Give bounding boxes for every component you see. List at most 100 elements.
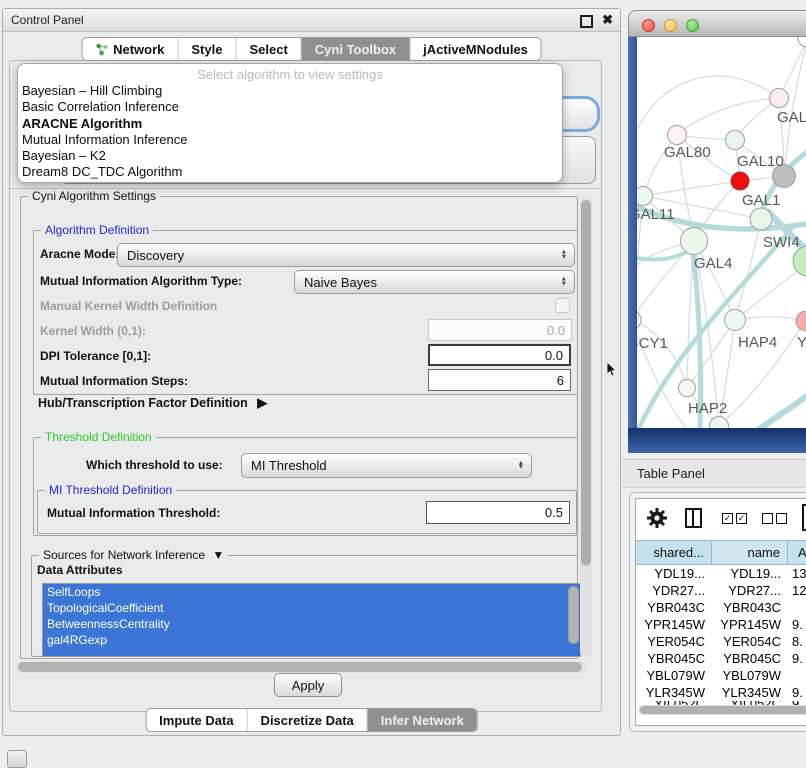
- kernel-width-label: Kernel Width (0,1):: [40, 324, 146, 338]
- hide-columns-icon[interactable]: [762, 513, 787, 524]
- node-gal80[interactable]: [668, 126, 687, 145]
- mi-steps-label: Mutual Information Steps:: [40, 374, 188, 388]
- expanded-arrow-icon: ▼: [212, 548, 224, 562]
- table-row[interactable]: YER054CYER054C8.: [636, 633, 806, 650]
- apply-button[interactable]: Apply: [274, 673, 342, 697]
- dropdown-item-selected[interactable]: ARACNE Algorithm: [18, 116, 562, 132]
- docked-panel-icon[interactable]: [7, 750, 27, 768]
- node-gcy1[interactable]: [637, 310, 641, 330]
- node-gal4[interactable]: [681, 228, 708, 255]
- table-row[interactable]: YDR27...YDR27...12: [636, 582, 806, 599]
- group-title: Algorithm Definition: [41, 223, 153, 237]
- node-gal11[interactable]: [637, 187, 653, 206]
- table-panel: ✓ ✓ shared... name A YDL19...YDL19...13 …: [629, 492, 806, 732]
- node-label: GAL10: [737, 153, 784, 170]
- dropdown-placeholder: Select algorithm to view settings: [18, 66, 562, 83]
- combobox-value: Naive Bayes: [304, 275, 377, 290]
- node[interactable]: [798, 37, 806, 47]
- group-title: MI Threshold Definition: [45, 483, 176, 497]
- dropdown-item[interactable]: Mutual Information Inference: [18, 132, 562, 148]
- mi-algorithm-type-combobox[interactable]: Naive Bayes ▲▼: [294, 270, 575, 294]
- node-swi4[interactable]: [750, 208, 772, 230]
- tab-label: Style: [191, 42, 222, 57]
- sources-title: Sources for Network Inference: [43, 548, 205, 562]
- scrollbar-thumb[interactable]: [581, 200, 591, 566]
- table-row[interactable]: YBR043CYBR043C: [636, 599, 806, 616]
- show-columns-icon[interactable]: ✓ ✓: [722, 513, 747, 524]
- table-panel-body: ✓ ✓ shared... name A YDL19...YDL19...13 …: [635, 498, 806, 726]
- node-gal1[interactable]: [731, 172, 749, 190]
- unchecked-box-icon: [776, 513, 787, 524]
- list-item[interactable]: SelfLoops: [43, 584, 580, 600]
- tab-style[interactable]: Style: [177, 38, 235, 60]
- node-gal7[interactable]: [770, 89, 789, 108]
- table-row[interactable]: YDL19...YDL19...13: [636, 565, 806, 582]
- mi-steps-field[interactable]: 6: [428, 369, 571, 391]
- dpi-tolerance-field[interactable]: 0.0: [428, 344, 571, 366]
- aracne-mode-combobox[interactable]: Discovery ▲▼: [117, 243, 575, 267]
- which-threshold-combobox[interactable]: MI Threshold ▲▼: [241, 453, 532, 478]
- gear-icon[interactable]: [646, 507, 668, 529]
- close-icon[interactable]: ✖: [602, 11, 613, 29]
- node-label: GCY1: [637, 335, 668, 352]
- scrollbar-thumb[interactable]: [640, 706, 806, 714]
- table-horizontal-scrollbar[interactable]: [638, 705, 806, 715]
- settings-vertical-scrollbar[interactable]: [580, 196, 592, 657]
- node-salmon[interactable]: [796, 311, 806, 331]
- mi-threshold-field[interactable]: 0.5: [426, 501, 570, 524]
- control-panel-titlebar: Control Panel ✖: [3, 9, 620, 32]
- network-canvas[interactable]: GAL7 GAL80 GAL10 GAL1 GAL11 SWI4 GAL4 GC…: [637, 37, 806, 428]
- aracne-mode-label: Aracne Mode:: [40, 247, 119, 261]
- close-traffic-light[interactable]: [642, 19, 655, 32]
- table-panel-titlebar: Table Panel: [622, 459, 806, 488]
- node-gal10[interactable]: [726, 131, 745, 150]
- tab-cyni-toolbox[interactable]: Cyni Toolbox: [301, 38, 409, 60]
- node-hap2[interactable]: [679, 380, 696, 397]
- mi-threshold-label: Mutual Information Threshold:: [47, 506, 220, 520]
- group-title: Threshold Definition: [41, 430, 156, 444]
- algorithm-definition-group: Algorithm Definition Aracne Mode: Discov…: [33, 230, 578, 395]
- table-row[interactable]: YBR045CYBR045C9.: [636, 650, 806, 667]
- mi-algorithm-type-label: Mutual Information Algorithm Type:: [40, 274, 242, 288]
- tab-impute-data[interactable]: Impute Data: [146, 709, 246, 731]
- dropdown-item[interactable]: Bayesian – K2: [18, 148, 562, 164]
- minimize-traffic-light[interactable]: [664, 19, 677, 32]
- export-table-icon[interactable]: [802, 504, 806, 531]
- list-item[interactable]: BetweennessCentrality: [43, 616, 580, 632]
- float-window-icon[interactable]: [580, 15, 593, 28]
- columns-icon[interactable]: [685, 508, 702, 528]
- network-view-window: GAL7 GAL80 GAL10 GAL1 GAL11 SWI4 GAL4 GC…: [628, 10, 806, 453]
- list-item[interactable]: TopologicalCoefficient: [43, 600, 580, 616]
- tab-infer-network[interactable]: Infer Network: [367, 709, 477, 731]
- table-row[interactable]: YPR145WYPR145W9.: [636, 616, 806, 633]
- network-window-titlebar: [628, 10, 806, 37]
- table-row[interactable]: YBL079WYBL079W: [636, 667, 806, 684]
- mi-threshold-definition-group: MI Threshold Definition Mutual Informati…: [37, 490, 577, 534]
- tab-network[interactable]: Network: [82, 38, 177, 60]
- column-header[interactable]: A: [788, 540, 806, 565]
- column-header[interactable]: shared...: [636, 540, 712, 565]
- control-panel-window: Control Panel ✖ Network Style Select Cyn…: [2, 8, 621, 736]
- tab-select[interactable]: Select: [235, 38, 300, 60]
- zoom-traffic-light[interactable]: [686, 19, 699, 32]
- dropdown-item[interactable]: Dream8 DC_TDC Algorithm: [18, 164, 562, 180]
- list-scrollbar[interactable]: [568, 586, 579, 644]
- table-row[interactable]: YLR345WYLR345W9.: [636, 684, 806, 701]
- dropdown-item[interactable]: Basic Correlation Inference: [18, 99, 562, 115]
- tab-jactivemnodules[interactable]: jActiveMNodules: [409, 38, 541, 60]
- manual-kernel-checkbox[interactable]: [555, 298, 570, 313]
- scrollbar-thumb[interactable]: [18, 662, 582, 672]
- column-header[interactable]: name: [712, 540, 788, 565]
- data-attributes-list[interactable]: SelfLoops TopologicalCoefficient Between…: [42, 583, 581, 657]
- node-hap4[interactable]: [725, 310, 746, 331]
- node-label: GAL80: [664, 144, 711, 161]
- hub-tf-definition-toggle[interactable]: Hub/Transcription Factor Definition ▶: [38, 395, 267, 411]
- collapsed-arrow-icon: ▶: [257, 395, 267, 410]
- settings-horizontal-scrollbar[interactable]: [16, 661, 588, 673]
- tab-discretize-data[interactable]: Discretize Data: [247, 709, 367, 731]
- window-frame-bottom: [628, 428, 806, 453]
- dropdown-item[interactable]: Bayesian – Hill Climbing: [18, 83, 562, 99]
- list-item[interactable]: [43, 648, 580, 657]
- list-item[interactable]: gal4RGexp: [43, 632, 580, 648]
- sources-toggle[interactable]: Sources for Network Inference ▼: [39, 548, 228, 562]
